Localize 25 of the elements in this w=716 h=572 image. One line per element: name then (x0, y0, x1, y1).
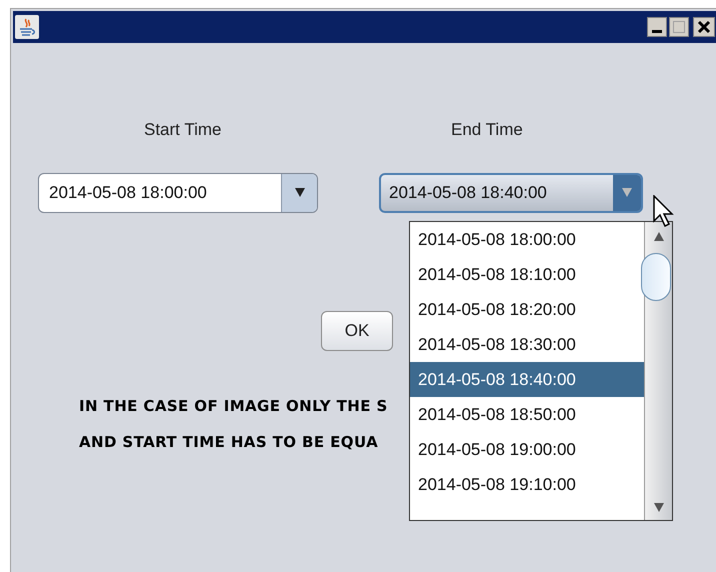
scroll-thumb[interactable] (640, 253, 670, 301)
dropdown-arrow-icon (294, 188, 304, 197)
note-text: AND START TIME HAS TO BE EQUA (79, 432, 378, 453)
cup-icon (15, 15, 39, 39)
dropdown-option[interactable]: 2014-05-08 18:30:00 (410, 327, 644, 362)
end-time-combo[interactable]: 2014-05-08 18:40:00 (379, 172, 643, 212)
end-time-label: End Time (451, 119, 523, 141)
dropdown-option[interactable]: 2014-05-08 18:10:00 (410, 257, 644, 292)
dropdown-option[interactable]: 2014-05-08 18:50:00 (410, 397, 644, 432)
close-icon (697, 20, 711, 34)
scrollbar[interactable] (644, 222, 672, 520)
dropdown-option[interactable]: 2014-05-08 18:20:00 (410, 292, 644, 327)
note-text: IN THE CASE OF IMAGE ONLY THE S (79, 396, 388, 416)
minimize-button[interactable] (647, 17, 667, 37)
close-button[interactable] (693, 17, 715, 37)
dropdown-option[interactable]: 2014-05-08 19:10:00 (410, 467, 644, 502)
start-time-label: Start Time (144, 119, 222, 141)
dropdown-arrow-icon (622, 188, 632, 197)
dropdown-option[interactable]: 2014-05-08 18:00:00 (410, 222, 644, 257)
scroll-up-arrow-icon[interactable] (654, 232, 664, 241)
dropdown-option[interactable]: 2014-05-08 19:00:00 (410, 432, 644, 467)
start-time-combo[interactable]: 2014-05-08 18:00:00 (38, 172, 318, 212)
ok-button[interactable]: OK (321, 310, 393, 350)
scroll-down-arrow-icon[interactable] (654, 503, 664, 512)
dropdown-option[interactable]: 2014-05-08 18:40:00 (410, 362, 644, 397)
